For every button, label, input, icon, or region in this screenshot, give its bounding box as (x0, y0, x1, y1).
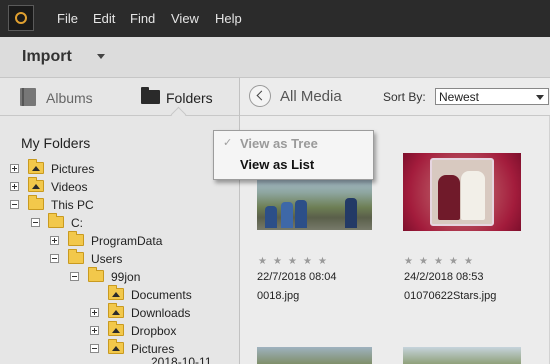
media-thumbnail[interactable] (403, 153, 521, 231)
star-icon[interactable]: ★ (404, 256, 413, 267)
checkmark-icon: ✓ (223, 137, 233, 149)
tree-item-label: ProgramData (91, 234, 163, 248)
star-icon[interactable]: ★ (449, 256, 458, 267)
collapse-icon[interactable] (50, 254, 59, 263)
image-folder-icon (28, 159, 44, 174)
collapse-icon[interactable] (31, 218, 40, 227)
photo-figure (295, 200, 307, 228)
tree-item[interactable]: Pictures (0, 339, 239, 358)
tree-item-label: Users (91, 252, 123, 266)
expand-icon[interactable] (10, 164, 19, 173)
dropdown-arrow-icon[interactable] (536, 95, 544, 100)
menu-view-as-tree[interactable]: View as Tree (240, 136, 318, 151)
star-icon[interactable]: ★ (258, 256, 267, 267)
folders-icon (141, 87, 160, 104)
star-icon[interactable]: ★ (464, 256, 473, 267)
media-date: 22/7/2018 08:04 (257, 271, 337, 283)
collapse-icon[interactable] (70, 272, 79, 281)
tree-item-label: Pictures (51, 162, 95, 176)
menu-view[interactable]: View (171, 11, 199, 26)
image-folder-icon (108, 303, 124, 318)
tree-item[interactable]: Documents (0, 285, 239, 304)
tree-item-label: Pictures (131, 342, 175, 356)
media-thumbnail[interactable] (257, 347, 372, 364)
folder-icon (88, 267, 104, 282)
tree-item[interactable]: Downloads (0, 303, 239, 322)
tab-folders[interactable]: Folders (0, 78, 239, 115)
star-rating[interactable]: ★ ★ ★ ★ ★ (404, 256, 484, 268)
menu-find[interactable]: Find (130, 11, 155, 26)
tree-item-label: Dropbox (131, 324, 177, 338)
photo-figure (345, 198, 357, 228)
star-icon[interactable]: ★ (303, 256, 312, 267)
expand-icon[interactable] (10, 182, 19, 191)
panel-tabs: Albums Folders (0, 78, 239, 123)
import-bar: Import (0, 37, 550, 78)
tree-item-label: 2018-10-11 (151, 357, 212, 364)
tab-folders-label: Folders (166, 90, 213, 106)
sort-select[interactable]: Newest (435, 88, 549, 105)
tree-item-label: This PC (51, 198, 94, 212)
app-logo-icon[interactable] (8, 5, 34, 31)
tree-item-label: 99jon (111, 270, 141, 284)
tree-item[interactable]: Dropbox (0, 321, 239, 340)
folder-icon (68, 249, 84, 264)
photo-figure (438, 175, 460, 220)
media-filename: 0018.jpg (257, 290, 300, 302)
star-icon[interactable]: ★ (288, 256, 297, 267)
folder-icon (68, 231, 84, 246)
expand-icon[interactable] (50, 236, 59, 245)
view-options-menu: ✓ View as Tree View as List (213, 130, 374, 180)
star-icon[interactable]: ★ (434, 256, 443, 267)
media-thumbnail[interactable] (257, 180, 372, 230)
menu-file[interactable]: File (57, 11, 78, 26)
tree-item[interactable]: ProgramData (0, 231, 239, 250)
star-rating[interactable]: ★ ★ ★ ★ ★ (258, 256, 338, 268)
tree-item[interactable]: 99jon (0, 267, 239, 286)
tree-item[interactable]: This PC (0, 195, 239, 214)
star-icon[interactable]: ★ (419, 256, 428, 267)
photo-figure (281, 202, 293, 228)
all-media-title: All Media (280, 88, 342, 105)
image-folder-icon (28, 177, 44, 192)
menu-bar: File Edit Find View Help (0, 0, 550, 37)
sort-by-label: Sort By: (383, 90, 426, 104)
menu-help[interactable]: Help (215, 11, 242, 26)
back-arrow-icon[interactable] (249, 85, 271, 107)
tree-item[interactable]: Videos (0, 177, 239, 196)
folder-icon (48, 213, 64, 228)
image-folder-icon (108, 339, 124, 354)
media-panel: All Media Sort By: Newest ★ ★ ★ ★ ★ 22/7… (240, 78, 550, 364)
image-folder-icon (108, 321, 124, 336)
expand-icon[interactable] (90, 326, 99, 335)
my-folders-heading: My Folders (21, 135, 91, 151)
media-date: 24/2/2018 08:53 (404, 271, 484, 283)
media-filename: 01070622Stars.jpg (404, 290, 497, 302)
collapse-icon[interactable] (10, 200, 19, 209)
menu-view-as-list[interactable]: View as List (240, 157, 314, 172)
photo-figure (461, 171, 485, 220)
tree-item[interactable]: C: (0, 213, 239, 232)
tree-item-label: C: (71, 216, 83, 230)
tree-item-label: Videos (51, 180, 88, 194)
expand-icon[interactable] (90, 308, 99, 317)
import-title[interactable]: Import (22, 48, 72, 66)
media-thumbnail[interactable] (403, 347, 521, 364)
tree-item-label: Downloads (131, 306, 191, 320)
sort-select-value: Newest (439, 90, 480, 104)
tree-item[interactable]: Users (0, 249, 239, 268)
dropdown-caret-icon[interactable] (97, 54, 105, 59)
media-nav: All Media Sort By: Newest (240, 78, 550, 116)
menu-edit[interactable]: Edit (93, 11, 115, 26)
tree-item-label: Documents (131, 288, 192, 302)
collapse-icon[interactable] (90, 344, 99, 353)
tree-item[interactable]: 2018-10-11 (0, 357, 239, 364)
image-folder-icon (108, 285, 124, 300)
star-icon[interactable]: ★ (318, 256, 327, 267)
photo-figure (265, 206, 277, 228)
folder-icon (28, 195, 44, 210)
tree-item[interactable]: Pictures (0, 159, 239, 178)
star-icon[interactable]: ★ (273, 256, 282, 267)
left-panel: Albums Folders My Folders Pictures Video… (0, 78, 240, 364)
